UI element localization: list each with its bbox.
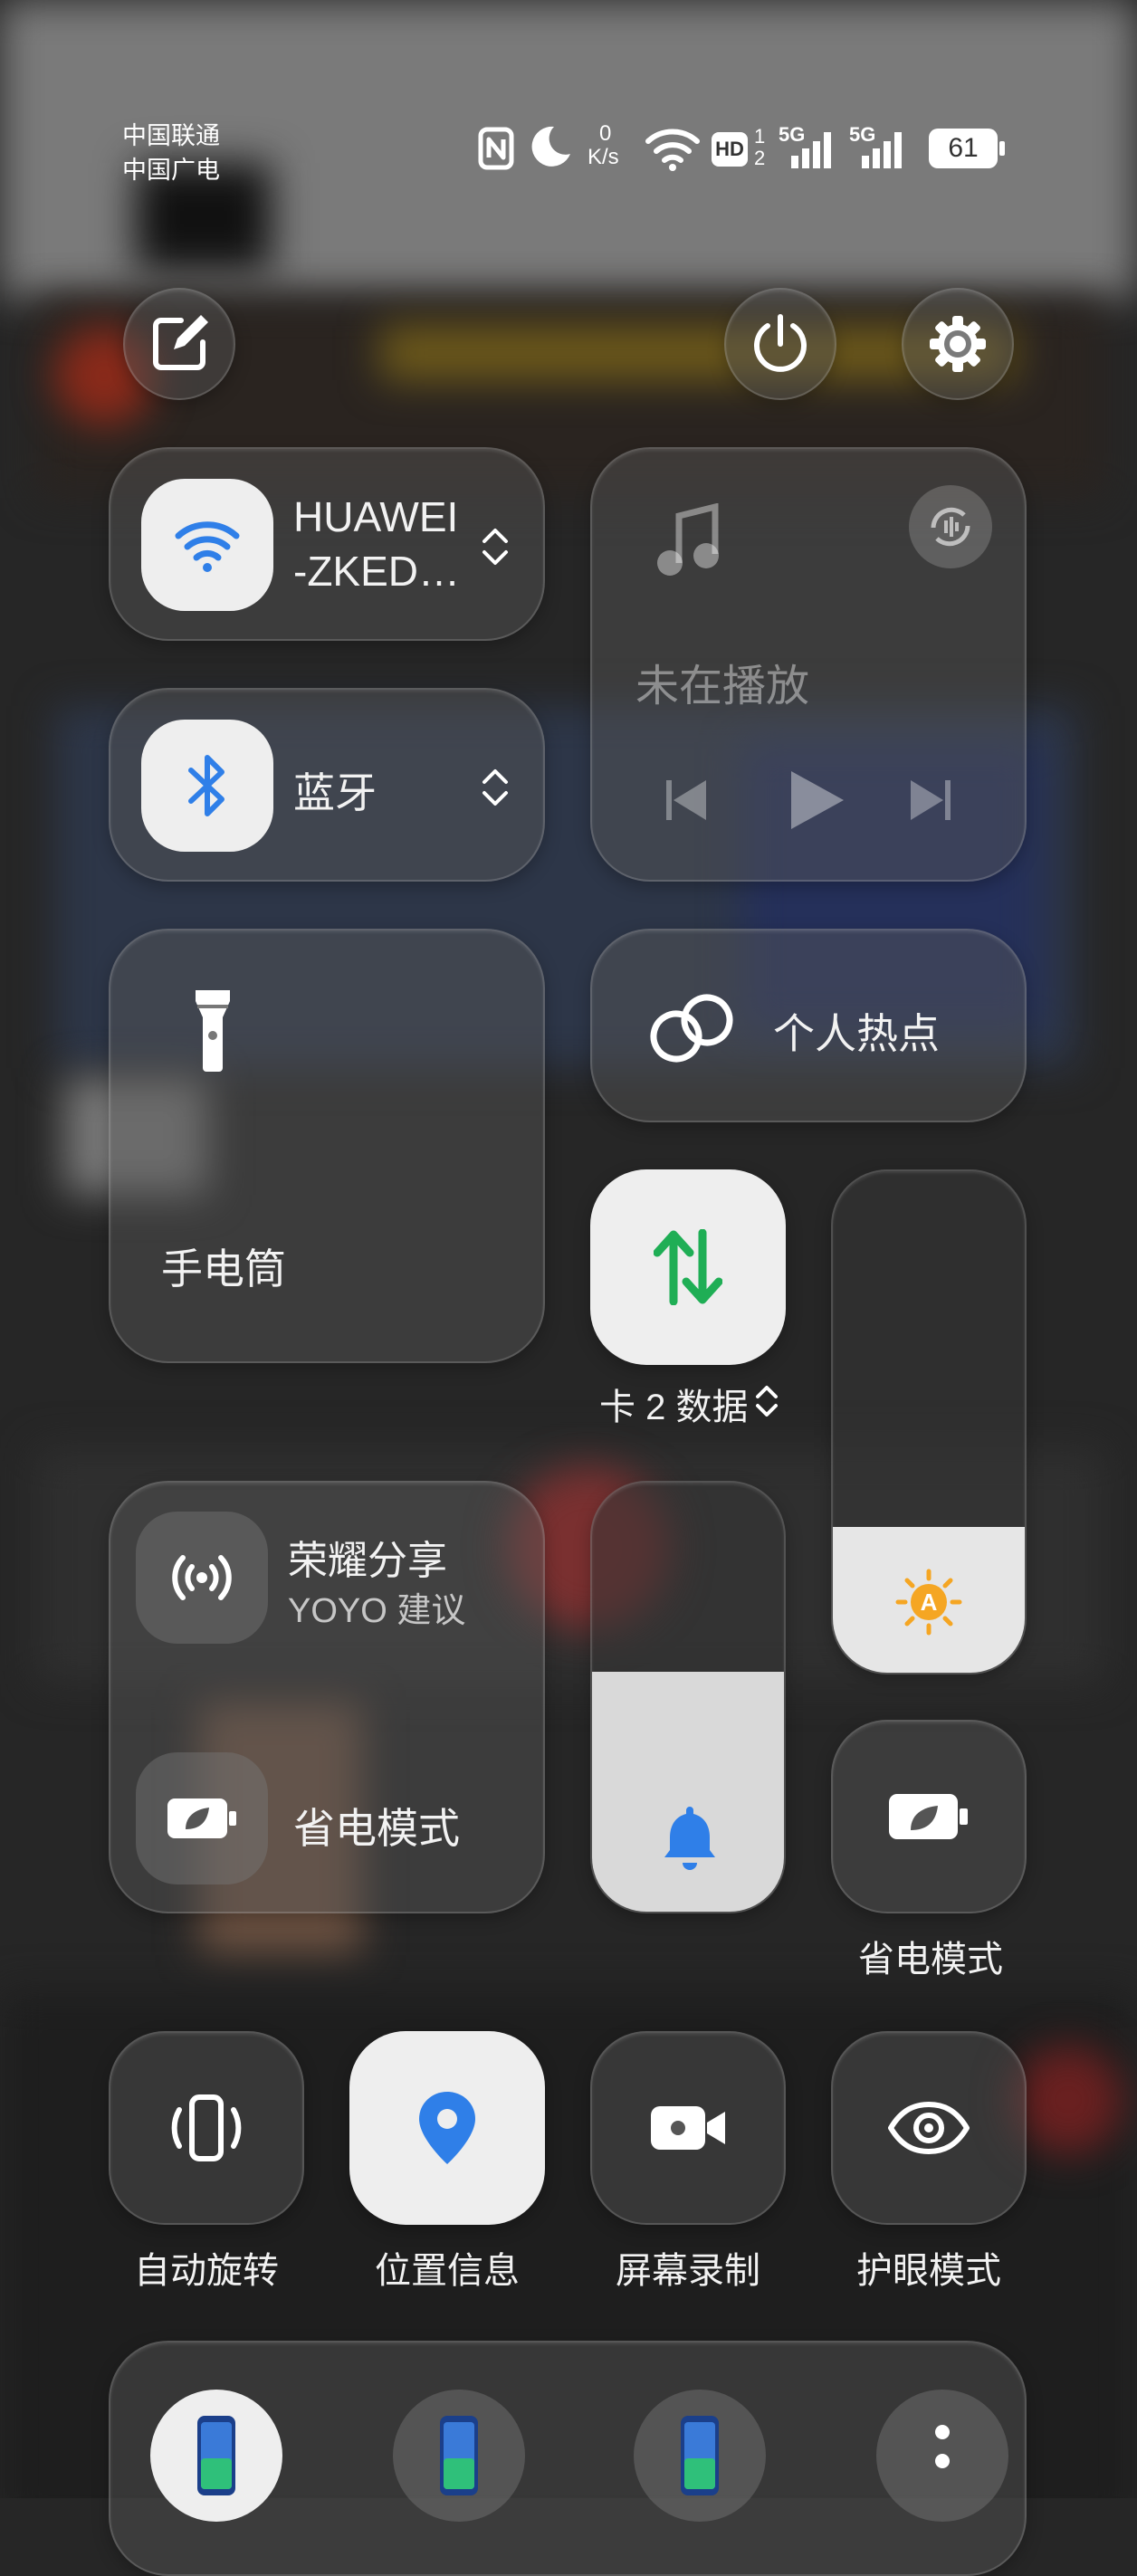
device-button-active[interactable] (150, 2390, 282, 2522)
honor-share-button[interactable] (136, 1512, 268, 1644)
mobile-data-label[interactable]: 卡 2 数据 (599, 1378, 748, 1430)
mobile-data-toggle[interactable] (590, 1169, 786, 1365)
device-button[interactable] (393, 2390, 525, 2522)
eye-comfort-label: 护眼模式 (856, 2251, 1001, 2291)
next-icon[interactable] (905, 775, 956, 825)
wifi-toggle[interactable] (141, 479, 273, 611)
do-not-disturb-moon-icon (527, 123, 574, 170)
edit-button[interactable] (123, 288, 235, 400)
play-icon[interactable] (784, 768, 846, 833)
battery-leaf-icon (167, 1798, 236, 1838)
phone-device-icon (440, 2416, 478, 2495)
wifi-name-line1: HUAWEI (293, 493, 459, 540)
phone-device-icon (197, 2416, 235, 2495)
device-bar (109, 2341, 1027, 2576)
eye-icon (888, 2102, 970, 2154)
audio-output-button[interactable] (909, 485, 992, 568)
auto-brightness-letter: A (920, 1588, 938, 1616)
auto-rotate-tile[interactable] (109, 2031, 304, 2225)
brightness-slider[interactable]: A (831, 1169, 1027, 1674)
battery-icon: 61 (929, 129, 1007, 168)
location-pin-icon (419, 2092, 475, 2164)
audio-output-icon (931, 507, 970, 547)
phone-device-icon (681, 2416, 719, 2495)
video-camera-icon (651, 2106, 725, 2150)
wifi-tile[interactable]: HUAWEI -ZKED… (109, 447, 545, 641)
volume-fill (592, 1671, 784, 1912)
edit-icon (153, 315, 208, 370)
signal-icon (858, 130, 912, 168)
data-arrows-icon (654, 1229, 722, 1305)
net-speed-value: 0 (599, 121, 612, 146)
previous-icon[interactable] (661, 775, 712, 825)
hd-badge-text: HD (715, 138, 744, 160)
carrier-1: 中国联通 (122, 122, 220, 149)
bluetooth-icon (188, 755, 225, 816)
flashlight-tile[interactable]: 手电筒 (109, 929, 545, 1363)
power-button[interactable] (724, 288, 836, 400)
power-saving-tile-label: 省电模式 (858, 1940, 1003, 1980)
auto-rotate-icon (171, 2094, 242, 2161)
wifi-icon (645, 127, 701, 172)
battery-leaf-icon (889, 1794, 968, 1839)
chevron-up-down-icon[interactable] (480, 766, 511, 809)
more-button[interactable] (876, 2390, 1008, 2522)
power-saving-label: 省电模式 (293, 1805, 460, 1852)
chevron-up-down-icon[interactable] (480, 525, 511, 568)
honor-share-title: 荣耀分享 (288, 1539, 447, 1583)
bluetooth-toggle[interactable] (141, 720, 273, 852)
power-saving-button[interactable] (136, 1752, 268, 1884)
net-speed-unit: K/s (588, 145, 619, 169)
bell-icon (664, 1807, 715, 1870)
power-icon (754, 314, 807, 372)
device-button[interactable] (634, 2390, 766, 2522)
power-saving-tile[interactable] (831, 1720, 1027, 1913)
media-status: 未在播放 (635, 663, 810, 711)
battery-percent: 61 (948, 133, 979, 163)
nfc-icon (478, 127, 514, 170)
signal-icon (786, 130, 840, 168)
flashlight-label: 手电筒 (161, 1245, 286, 1293)
hotspot-tile[interactable]: 个人热点 (590, 929, 1027, 1122)
hd-badge: HD (712, 132, 748, 167)
hd-sim-2: 2 (754, 147, 766, 169)
honor-share-subtitle: YOYO 建议 (288, 1592, 466, 1630)
location-tile[interactable] (349, 2031, 545, 2225)
honor-share-icon (172, 1555, 232, 1600)
auto-rotate-label: 自动旋转 (134, 2251, 279, 2291)
volume-slider[interactable] (590, 1481, 786, 1913)
link-icon (650, 994, 733, 1063)
screen-record-tile[interactable] (590, 2031, 786, 2225)
carrier-2: 中国广电 (122, 157, 220, 184)
media-player-tile[interactable]: 未在播放 (590, 447, 1027, 882)
chevron-up-down-icon[interactable] (753, 1381, 780, 1421)
wifi-name-line2: -ZKED… (293, 548, 460, 595)
share-card[interactable]: 荣耀分享 YOYO 建议 省电模式 (109, 1481, 545, 1913)
bluetooth-tile[interactable]: 蓝牙 (109, 688, 545, 882)
hd-sim-1: 1 (754, 125, 766, 148)
bluetooth-label: 蓝牙 (293, 769, 377, 816)
hotspot-label: 个人热点 (773, 1010, 940, 1057)
settings-button[interactable] (902, 288, 1014, 400)
music-note-icon (657, 503, 719, 576)
more-icon (935, 2425, 950, 2468)
location-label: 位置信息 (375, 2251, 520, 2291)
screen-record-label: 屏幕录制 (616, 2251, 760, 2291)
flashlight-icon (196, 990, 230, 1072)
eye-comfort-tile[interactable] (831, 2031, 1027, 2225)
gear-icon (930, 316, 986, 372)
wifi-icon (175, 521, 240, 572)
